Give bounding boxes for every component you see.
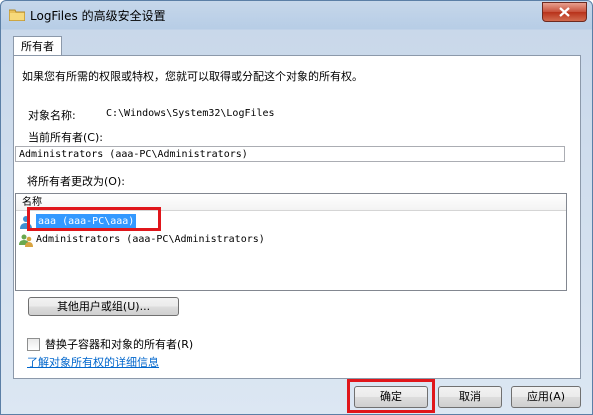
security-settings-window: LogFiles 的高级安全设置 所有者 如果您有所需的权限或特权，您就可以取得… <box>0 0 593 415</box>
tab-owner[interactable]: 所有者 <box>13 36 62 56</box>
folder-icon <box>9 9 25 21</box>
object-name-value: C:\Windows\System32\LogFiles <box>106 108 275 119</box>
list-item-administrators[interactable]: Administrators (aaa-PC\Administrators) <box>19 232 265 248</box>
close-icon <box>559 7 570 17</box>
current-owner-label: 当前所有者(C): <box>28 131 103 144</box>
current-owner-field: Administrators (aaa-PC\Administrators) <box>15 146 565 162</box>
description-text: 如果您有所需的权限或特权，您就可以取得或分配这个对象的所有权。 <box>22 70 363 83</box>
users-group-icon <box>19 234 33 247</box>
other-users-button[interactable]: 其他用户或组(U)... <box>28 297 179 316</box>
highlight-box-user <box>27 207 161 231</box>
title-bar: LogFiles 的高级安全设置 <box>1 1 592 29</box>
window-title: LogFiles 的高级安全设置 <box>30 9 166 23</box>
replace-owner-label: 替换子容器和对象的所有者(R) <box>45 338 194 351</box>
highlight-box-ok <box>347 379 435 413</box>
replace-owner-row[interactable]: 替换子容器和对象的所有者(R) <box>27 336 193 352</box>
close-button[interactable] <box>542 2 587 22</box>
apply-button[interactable]: 应用(A) <box>511 386 581 408</box>
replace-owner-checkbox[interactable] <box>27 337 40 351</box>
change-owner-label: 将所有者更改为(O): <box>27 175 125 188</box>
object-name-label: 对象名称: <box>28 109 76 122</box>
learn-more-link[interactable]: 了解对象所有权的详细信息 <box>27 354 159 370</box>
list-item-label: Administrators (aaa-PC\Administrators) <box>36 234 265 245</box>
cancel-button[interactable]: 取消 <box>438 386 502 408</box>
